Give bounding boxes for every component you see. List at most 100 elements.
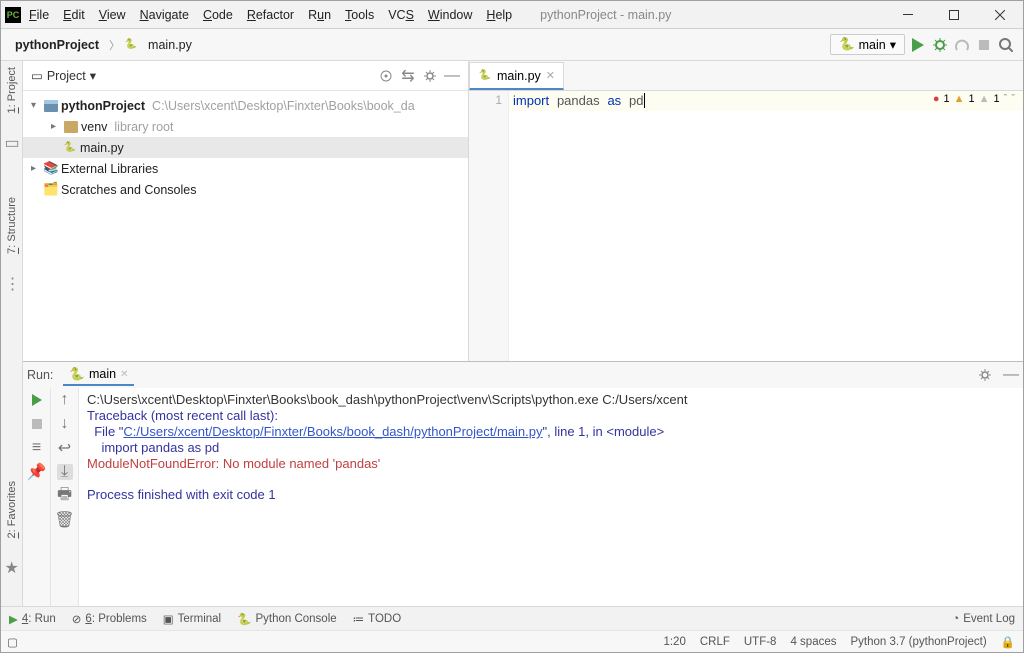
terminal-toolwindow-button[interactable]: ▣Terminal — [163, 612, 221, 626]
navigation-bar: pythonProject 〉 🐍 main.py 🐍 main ▾ — [1, 29, 1023, 61]
run-toolwindow-button[interactable]: ▶4: Run — [9, 612, 56, 626]
close-tab-icon[interactable]: ✕ — [546, 69, 555, 82]
menu-refactor[interactable]: Refactor — [241, 6, 300, 24]
tree-mainpy[interactable]: 🐍 main.py — [23, 137, 468, 158]
run-tab-main[interactable]: 🐍 main ✕ — [63, 365, 134, 386]
close-button[interactable] — [977, 1, 1023, 29]
line-ending[interactable]: CRLF — [700, 636, 730, 648]
main-area: 1: Project ▭ 7: Structure ⋮ ▭ Project ▾ … — [1, 61, 1023, 361]
maximize-button[interactable] — [931, 1, 977, 29]
down-icon[interactable]: ↓ — [57, 416, 73, 432]
python-file-icon: 🐍 — [63, 141, 77, 155]
search-everywhere-button[interactable] — [997, 36, 1015, 54]
traceback-link[interactable]: C:/Users/xcent/Desktop/Finxter/Books/boo… — [123, 424, 542, 439]
prev-highlight-icon[interactable]: ˆ — [1004, 93, 1008, 105]
tree-venv[interactable]: ▸ venv library root — [23, 116, 468, 137]
project-scope-icon: ▭ — [31, 68, 43, 83]
close-run-tab-icon[interactable]: ✕ — [120, 369, 128, 380]
indent-setting[interactable]: 4 spaces — [790, 636, 836, 648]
coverage-button[interactable] — [953, 36, 971, 54]
menu-vcs[interactable]: VCS — [382, 6, 420, 24]
gutter: 1 — [469, 91, 509, 361]
python-console-button[interactable]: 🐍Python Console — [237, 612, 337, 626]
breadcrumb-project[interactable]: pythonProject — [9, 36, 105, 54]
inspections-widget[interactable]: ●1 ▲1 ▲1 ˆ ˇ — [933, 93, 1015, 105]
venv-label: venv — [81, 120, 107, 134]
up-icon[interactable]: ↑ — [57, 392, 73, 408]
left-toolstrip: 1: Project ▭ 7: Structure ⋮ — [1, 61, 23, 361]
project-lock-icon: ▭ — [5, 133, 19, 147]
code-area[interactable]: 1 import pandas as pd ●1 ▲1 ▲1 ˆ ˇ — [469, 91, 1023, 361]
run-settings-icon[interactable] — [977, 367, 993, 383]
menu-window[interactable]: Window — [422, 6, 478, 24]
event-log-button[interactable]: ◔Event Log — [952, 613, 1015, 625]
console-output[interactable]: C:\Users\xcent\Desktop\Finxter\Books\boo… — [79, 388, 1023, 610]
run-config-label: main — [859, 38, 886, 52]
menu-file[interactable]: File — [23, 6, 55, 24]
tree-root[interactable]: ▾ pythonProject C:\Users\xcent\Desktop\F… — [23, 95, 468, 116]
project-panel: ▭ Project ▾ ⇆ — ▾ pythonProject C:\Users… — [23, 61, 469, 361]
hide-panel-icon[interactable]: — — [444, 68, 460, 84]
problems-toolwindow-button[interactable]: ⊘6: Problems — [72, 612, 147, 626]
scratches-label: Scratches and Consoles — [61, 183, 197, 197]
run-config-selector[interactable]: 🐍 main ▾ — [830, 34, 905, 55]
menu-view[interactable]: View — [93, 6, 132, 24]
next-highlight-icon[interactable]: ˇ — [1011, 93, 1015, 105]
menu-tools[interactable]: Tools — [339, 6, 380, 24]
expand-all-icon[interactable]: ⇆ — [400, 68, 416, 84]
todo-toolwindow-button[interactable]: ≔TODO — [353, 612, 402, 626]
project-tree[interactable]: ▾ pythonProject C:\Users\xcent\Desktop\F… — [23, 91, 468, 204]
breadcrumb-file[interactable]: main.py — [142, 36, 198, 54]
menu-run[interactable]: Run — [302, 6, 337, 24]
pin-icon[interactable]: 📌 — [29, 464, 45, 480]
rerun-button[interactable] — [29, 392, 45, 408]
menu-code[interactable]: Code — [197, 6, 239, 24]
minimize-button[interactable] — [885, 1, 931, 29]
locate-icon[interactable] — [378, 68, 394, 84]
run-tab-label: main — [89, 367, 116, 381]
python-interpreter[interactable]: Python 3.7 (pythonProject) — [851, 636, 987, 648]
print-icon[interactable]: 🖶 — [57, 488, 73, 504]
project-name: pythonProject — [61, 99, 145, 113]
project-toolwindow-button[interactable]: 1: Project — [6, 67, 18, 113]
debug-button[interactable] — [931, 36, 949, 54]
trash-icon[interactable]: 🗑 — [57, 512, 73, 528]
run-button[interactable] — [909, 36, 927, 54]
soft-wrap-icon[interactable]: ↩ — [57, 440, 73, 456]
tree-external-libraries[interactable]: ▸ 📚 External Libraries — [23, 158, 468, 179]
favorites-toolwindow-button[interactable]: 2: Favorites — [6, 481, 18, 538]
stop-button[interactable] — [975, 36, 993, 54]
file-encoding[interactable]: UTF-8 — [744, 636, 777, 648]
structure-icon: ⋮ — [5, 274, 19, 288]
folder-icon — [44, 100, 58, 112]
dropdown-icon[interactable]: ▾ — [90, 68, 96, 83]
pycharm-icon: PC — [5, 7, 21, 23]
window-title: pythonProject - main.py — [540, 8, 671, 22]
warning-icon: ▲ — [954, 93, 965, 105]
menu-navigate[interactable]: Navigate — [134, 6, 195, 24]
lock-icon[interactable]: 🔒 — [1001, 635, 1015, 649]
cursor-position[interactable]: 1:20 — [663, 636, 685, 648]
star-icon: ★ — [5, 558, 19, 572]
run-toolbar-left2: ↑ ↓ ↩ ⤓ 🖶 🗑 — [51, 388, 79, 610]
venv-tag: library root — [114, 120, 173, 134]
titlebar: PC File Edit View Navigate Code Refactor… — [1, 1, 1023, 29]
structure-toolwindow-button[interactable]: 7: Structure — [6, 197, 18, 254]
project-panel-title[interactable]: Project — [47, 69, 86, 83]
scroll-to-end-icon[interactable]: ⤓ — [57, 464, 73, 480]
project-path: C:\Users\xcent\Desktop\Finxter\Books\boo… — [152, 99, 415, 113]
status-toggle-icon[interactable]: ▢ — [7, 635, 18, 649]
project-panel-header: ▭ Project ▾ ⇆ — — [23, 61, 468, 91]
settings-icon[interactable] — [422, 68, 438, 84]
menu-help[interactable]: Help — [480, 6, 518, 24]
editor-tabs: 🐍 main.py ✕ — [469, 61, 1023, 91]
run-label: Run: — [27, 368, 53, 382]
layout-icon[interactable]: ≡ — [29, 440, 45, 456]
menu-edit[interactable]: Edit — [57, 6, 91, 24]
tab-label: main.py — [497, 69, 541, 83]
editor-tab-mainpy[interactable]: 🐍 main.py ✕ — [469, 62, 564, 90]
scratches-icon: 🗂️ — [44, 183, 58, 197]
hide-run-icon[interactable]: — — [1003, 367, 1019, 383]
stop-run-button[interactable] — [29, 416, 45, 432]
tree-scratches[interactable]: 🗂️ Scratches and Consoles — [23, 179, 468, 200]
